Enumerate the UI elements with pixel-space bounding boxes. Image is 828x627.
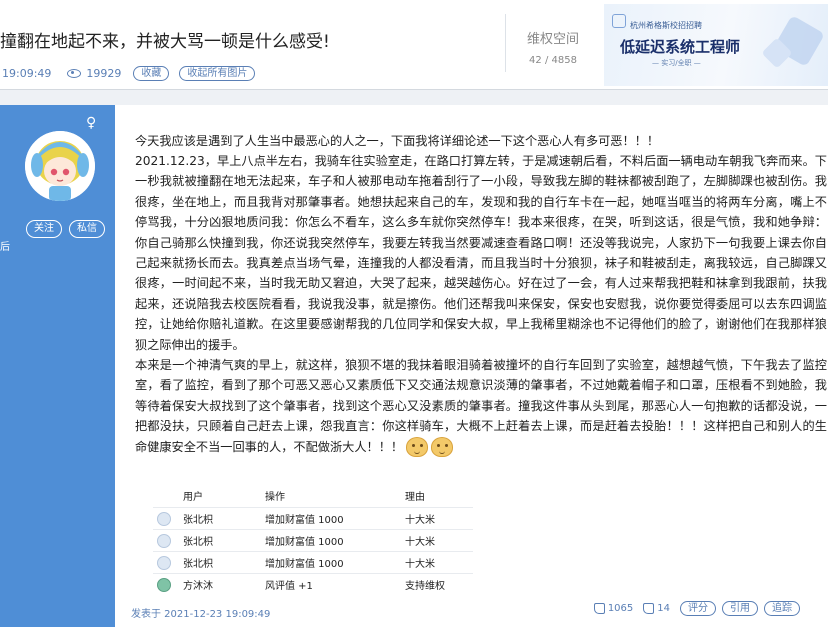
rating-reason: 十大米 (405, 559, 435, 570)
female-icon: ♀ (86, 115, 97, 131)
favorite-button[interactable]: 收藏 (133, 66, 170, 81)
rights-label: 维权空间 (526, 32, 579, 47)
posted-time: 发表于 2021-12-23 19:09:49 (131, 609, 271, 620)
post-title: 撞翻在地起不来，并被大骂一顿是什么感受! (0, 32, 330, 52)
user-panel: ♀ 关注 私信 后 (0, 105, 115, 627)
dislike-count[interactable]: 14 (657, 603, 670, 614)
rating-user[interactable]: 张北枳 (183, 555, 213, 570)
rate-button[interactable]: 评分 (680, 601, 716, 616)
emoji-icon (431, 437, 454, 458)
rating-reason: 十大米 (405, 537, 435, 548)
like-count[interactable]: 1065 (608, 603, 633, 614)
avatar-art (25, 131, 95, 201)
edge-text: 后 (0, 242, 10, 253)
table-row: 张北枳 增加财富值 1000 十大米 (153, 529, 473, 551)
rating-header: 用户 操作 理由 (153, 483, 473, 507)
thumb-down-icon[interactable] (643, 603, 655, 614)
ad-tag: — 实习/全职 — (652, 59, 701, 67)
rights-space[interactable]: 维权空间 42 / 4858 (505, 14, 600, 72)
user-icon[interactable] (157, 555, 171, 570)
post-actions: 1065 14 评分 引用 追踪 (593, 601, 806, 616)
logo-icon (612, 14, 626, 28)
rating-user[interactable]: 张北枳 (183, 533, 213, 548)
col-user: 用户 (183, 491, 203, 503)
ad-big-text: 低延迟系统工程师 (620, 38, 741, 56)
rights-count: 42 / 4858 (529, 55, 577, 66)
table-row: 张北枳 增加财富值 1000 十大米 (153, 507, 473, 529)
post-paragraph: 今天我应该是遇到了人生当中最恶心的人之一，下面我将详细论述一下这个恶心人有多可恶… (135, 134, 660, 148)
view-count: 19929 (86, 67, 122, 80)
rating-action: 增加财富值 1000 (265, 515, 344, 526)
ad-banner[interactable]: 杭州希格斯校招招聘 低延迟系统工程师 — 实习/全职 — (604, 4, 828, 86)
post-meta: 19:09:49 19929 收藏 收起所有图片 (2, 66, 265, 81)
table-row: 张北枳 增加财富值 1000 十大米 (153, 551, 473, 573)
post-paragraph: 2021.12.23，早上八点半左右，我骑车往实验室走，在路口打算左转，于是减速… (135, 154, 827, 352)
post-content: 今天我应该是遇到了人生当中最恶心的人之一，下面我将详细论述一下这个恶心人有多可恶… (115, 105, 828, 627)
post-paragraph: 本来是一个神清气爽的早上，就这样，狼狈不堪的我抹着眼泪骑着被撞坏的自行车回到了实… (135, 355, 827, 458)
user-icon[interactable] (157, 533, 171, 548)
rating-action: 增加财富值 1000 (265, 537, 344, 548)
rating-user[interactable]: 方沐沐 (183, 577, 213, 592)
rating-action: 风评值 +1 (265, 581, 313, 592)
collapse-images-button[interactable]: 收起所有图片 (179, 66, 256, 81)
post-footer: 发表于 2021-12-23 19:09:49 1065 14 评分 引用 追踪 (115, 595, 828, 627)
eye-icon (67, 69, 82, 78)
table-row: 方沐沐 风评值 +1 支持维权 (153, 573, 473, 595)
rating-reason: 支持维权 (405, 581, 445, 592)
thumb-up-icon[interactable] (593, 603, 605, 614)
post-paragraph-text: 本来是一个神清气爽的早上，就这样，狼狈不堪的我抹着眼泪骑着被撞坏的自行车回到了实… (135, 358, 827, 454)
avatar[interactable] (25, 131, 95, 201)
rating-reason: 十大米 (405, 515, 435, 526)
col-reason: 理由 (405, 491, 425, 503)
post-time: 19:09:49 (2, 67, 52, 80)
follow-button[interactable]: 关注 (26, 220, 62, 238)
emoji-icon (406, 437, 429, 458)
rating-action: 增加财富值 1000 (265, 559, 344, 570)
message-button[interactable]: 私信 (69, 220, 105, 238)
ad-small-text: 杭州希格斯校招招聘 (630, 21, 702, 30)
post-header: 撞翻在地起不来，并被大骂一顿是什么感受! 19:09:49 19929 收藏 收… (0, 0, 828, 90)
trace-button[interactable]: 追踪 (764, 601, 800, 616)
rating-user[interactable]: 张北枳 (183, 511, 213, 526)
quote-button[interactable]: 引用 (722, 601, 758, 616)
col-action: 操作 (265, 491, 285, 503)
user-icon[interactable] (157, 511, 171, 526)
user-icon[interactable] (157, 577, 171, 592)
rating-table: 用户 操作 理由 张北枳 增加财富值 1000 十大米 张北枳 增加财富值 10… (153, 483, 473, 595)
